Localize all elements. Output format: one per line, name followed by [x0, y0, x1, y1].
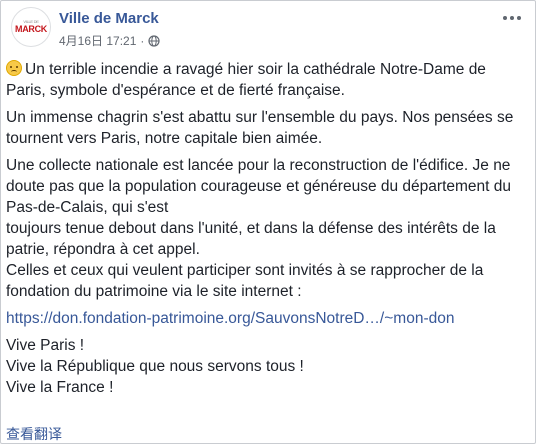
post-body: Un terrible incendie a ravagé hier soir … [6, 59, 528, 398]
post-paragraph-3-line-3: Celles et ceux qui veulent participer so… [6, 262, 484, 300]
more-options-icon[interactable] [501, 11, 523, 25]
sad-emoji-icon [6, 60, 22, 76]
post-meta: 4月16日 17:21 · [59, 33, 160, 49]
avatar[interactable]: VILLE DE MARCK [11, 7, 51, 47]
page-name-link[interactable]: Ville de Marck [59, 9, 159, 28]
ville-de-marck-logo: VILLE DE MARCK [15, 19, 47, 34]
see-translation-link[interactable]: 查看翻译 [6, 425, 62, 443]
post-paragraph-3-line-2: toujours tenue debout dans l'unité, et d… [6, 220, 496, 258]
closing-line-2: Vive la République que nous servons tous… [6, 358, 304, 375]
post-header: VILLE DE MARCK Ville de Marck 4月16日 17:2… [11, 7, 525, 55]
meta-separator: · [140, 34, 145, 48]
globe-icon[interactable] [148, 35, 160, 47]
closing-line-1: Vive Paris ! [6, 337, 85, 354]
post-paragraph-3: Une collecte nationale est lancée pour l… [6, 157, 511, 216]
timestamp-link[interactable]: 4月16日 17:21 [59, 33, 136, 49]
post-paragraph-1: Un terrible incendie a ravagé hier soir … [6, 60, 486, 99]
post-paragraph-2: Un immense chagrin s'est abattu sur l'en… [6, 109, 514, 147]
closing-line-3: Vive la France ! [6, 379, 114, 396]
donation-link[interactable]: https://don.fondation-patrimoine.org/Sau… [6, 310, 454, 327]
post-card: VILLE DE MARCK Ville de Marck 4月16日 17:2… [0, 0, 536, 444]
